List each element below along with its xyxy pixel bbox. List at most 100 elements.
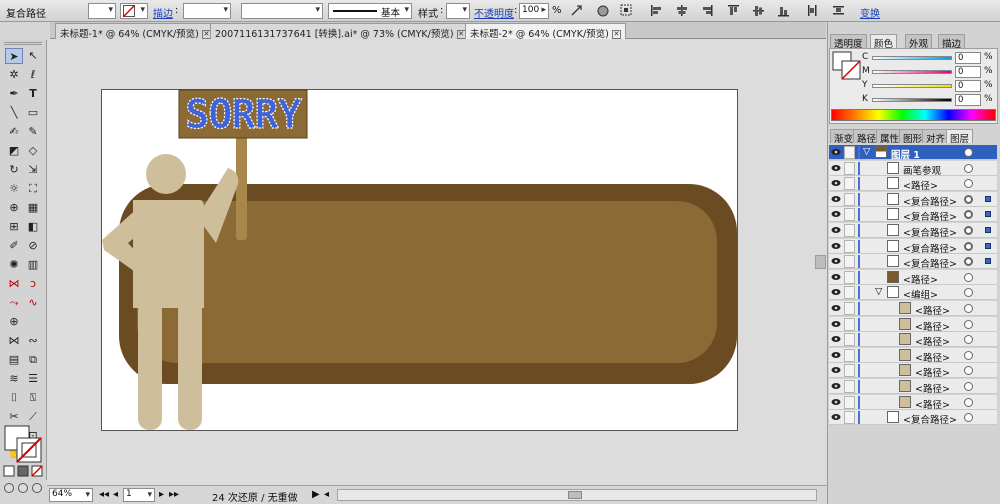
target-icon[interactable]: [964, 241, 973, 251]
lock-toggle[interactable]: [844, 302, 855, 315]
paintbrush-tool-icon[interactable]: ✍: [5, 124, 23, 140]
lock-toggle[interactable]: [844, 270, 855, 284]
live-paint-tool-icon[interactable]: ⌷: [5, 390, 23, 406]
horizontal-scroll-thumb[interactable]: [568, 491, 582, 499]
expand-triangle-icon[interactable]: ▽: [875, 286, 882, 297]
next-artboard-button[interactable]: ▸: [159, 489, 164, 500]
k-value-input[interactable]: 0: [955, 94, 981, 106]
layer-row[interactable]: <路径>: [829, 301, 997, 317]
layer-row[interactable]: 画笔参观: [829, 160, 997, 177]
target-icon[interactable]: [964, 304, 973, 313]
slider-m[interactable]: M 0 %: [862, 66, 998, 80]
envelope-tool-icon[interactable]: ⋈: [5, 333, 23, 349]
selection-tool-icon[interactable]: ➤: [5, 48, 23, 64]
align-right-icon[interactable]: [700, 4, 714, 17]
layer-row[interactable]: <路径>: [829, 269, 997, 286]
eye-icon[interactable]: [831, 366, 841, 374]
doc-tab-2[interactable]: 20071161317376​41 [转换].ai* @ 73% (CMYK/预…: [210, 23, 471, 40]
tab-color[interactable]: 颜色: [870, 34, 898, 50]
symbol-sprayer-tool-icon[interactable]: ✺: [5, 257, 23, 273]
selection-indicator[interactable]: [985, 242, 991, 249]
stroke-weight-field[interactable]: ▾: [183, 3, 231, 19]
gradient-tool-icon[interactable]: ◧: [24, 219, 42, 235]
globe-icon[interactable]: [596, 4, 610, 17]
layer-row[interactable]: <路径>: [829, 379, 997, 395]
slider-k[interactable]: K 0 %: [862, 94, 998, 108]
blob-brush-tool-icon[interactable]: ◩: [5, 143, 23, 159]
eye-icon[interactable]: [831, 257, 841, 265]
scale-tool-icon[interactable]: ⇲: [24, 162, 42, 178]
knife-tool-icon[interactable]: ⟋: [24, 409, 42, 425]
lock-toggle[interactable]: [844, 208, 855, 222]
rotate-tool-icon[interactable]: ↻: [5, 162, 23, 178]
align-vcenter-icon[interactable]: [752, 4, 766, 17]
toolbox-grip[interactable]: [4, 42, 42, 45]
target-icon[interactable]: [964, 397, 973, 407]
warp-tool-icon[interactable]: ☼: [5, 181, 23, 197]
c-value-input[interactable]: 0: [955, 52, 981, 64]
transform-link[interactable]: 变换: [860, 5, 880, 20]
scroll-left-button[interactable]: ◂: [324, 489, 329, 500]
brush-style-dropdown[interactable]: 基本 ▾: [328, 3, 412, 19]
eye-icon[interactable]: [831, 398, 841, 406]
eye-icon[interactable]: [831, 179, 841, 187]
status-menu-button[interactable]: ▶: [312, 489, 320, 500]
doc-tab-3[interactable]: 未标题-2* @ 64% (CMYK/预览) ✕: [465, 23, 626, 40]
color-mode-buttons[interactable]: [3, 465, 45, 477]
mesh-grid-tool-icon[interactable]: ▤: [5, 352, 23, 368]
layer-row[interactable]: <复合路径>: [829, 238, 997, 255]
layer-row[interactable]: <复合路径>: [829, 410, 997, 426]
lock-toggle[interactable]: [844, 161, 855, 175]
direct-selection-tool-icon[interactable]: ↖: [24, 48, 42, 64]
lock-toggle[interactable]: [844, 317, 855, 331]
pen-tool-icon[interactable]: ✒: [5, 86, 23, 102]
lock-toggle[interactable]: [844, 224, 855, 237]
graphic-style-dropdown[interactable]: ▾: [446, 3, 470, 19]
selection-indicator[interactable]: [985, 258, 991, 265]
align-bottom-icon[interactable]: [777, 4, 791, 17]
lock-toggle[interactable]: [844, 255, 855, 269]
fill-stroke-mini[interactable]: [832, 51, 862, 81]
blend-tool-icon[interactable]: ⊘: [24, 238, 42, 254]
target-icon[interactable]: [964, 226, 973, 235]
zoom-dropdown[interactable]: 64% ▾: [49, 488, 93, 502]
layer-row[interactable]: <复合路径>: [829, 191, 997, 208]
slice-tool-icon[interactable]: ≋: [5, 371, 23, 387]
line-tool-icon[interactable]: ╲: [5, 105, 23, 121]
live-paint-select-tool-icon[interactable]: ⍂: [24, 390, 42, 406]
layer-row[interactable]: <复合路径>: [829, 207, 997, 223]
eye-icon[interactable]: [831, 288, 841, 296]
first-artboard-button[interactable]: ◂◂: [99, 489, 109, 500]
eye-icon[interactable]: [831, 273, 841, 281]
artwork[interactable]: SORRY: [100, 88, 750, 433]
artboard-dropdown[interactable]: 1 ▾: [123, 488, 155, 502]
tab-transparency[interactable]: 透明度: [830, 34, 867, 50]
vertical-scroll-thumb[interactable]: [815, 255, 826, 269]
selection-indicator[interactable]: [985, 211, 991, 218]
magic-wand-tool-icon[interactable]: ✲: [5, 67, 23, 83]
lock-toggle[interactable]: [844, 380, 855, 393]
eye-icon[interactable]: [831, 320, 841, 328]
color-spectrum-bar[interactable]: [831, 109, 996, 121]
eye-icon[interactable]: [831, 413, 841, 421]
horizontal-scrollbar[interactable]: [337, 489, 817, 501]
layer-row[interactable]: <路径>: [829, 332, 997, 348]
slider-c[interactable]: C 0 %: [862, 52, 998, 66]
screen-mode-buttons[interactable]: [3, 481, 45, 495]
target-icon[interactable]: [964, 366, 973, 376]
lock-toggle[interactable]: [844, 411, 855, 425]
banner-inner[interactable]: [137, 201, 717, 363]
layer-row[interactable]: <路径>: [829, 394, 997, 411]
target-icon[interactable]: [964, 272, 973, 282]
target-icon[interactable]: [964, 148, 973, 157]
bloat-tool-icon[interactable]: ∿: [24, 295, 42, 311]
lock-toggle[interactable]: [844, 192, 855, 206]
scissors-tool-icon[interactable]: ✂: [5, 409, 23, 425]
eye-icon[interactable]: [831, 164, 841, 172]
free-transform-tool-icon[interactable]: ⛶: [24, 181, 42, 197]
list-tool-icon[interactable]: ☰: [24, 371, 42, 387]
target-icon[interactable]: [964, 194, 973, 204]
align-top-icon[interactable]: [727, 4, 741, 17]
rectangle-tool-icon[interactable]: ▭: [24, 105, 42, 121]
eye-icon[interactable]: [831, 210, 841, 218]
